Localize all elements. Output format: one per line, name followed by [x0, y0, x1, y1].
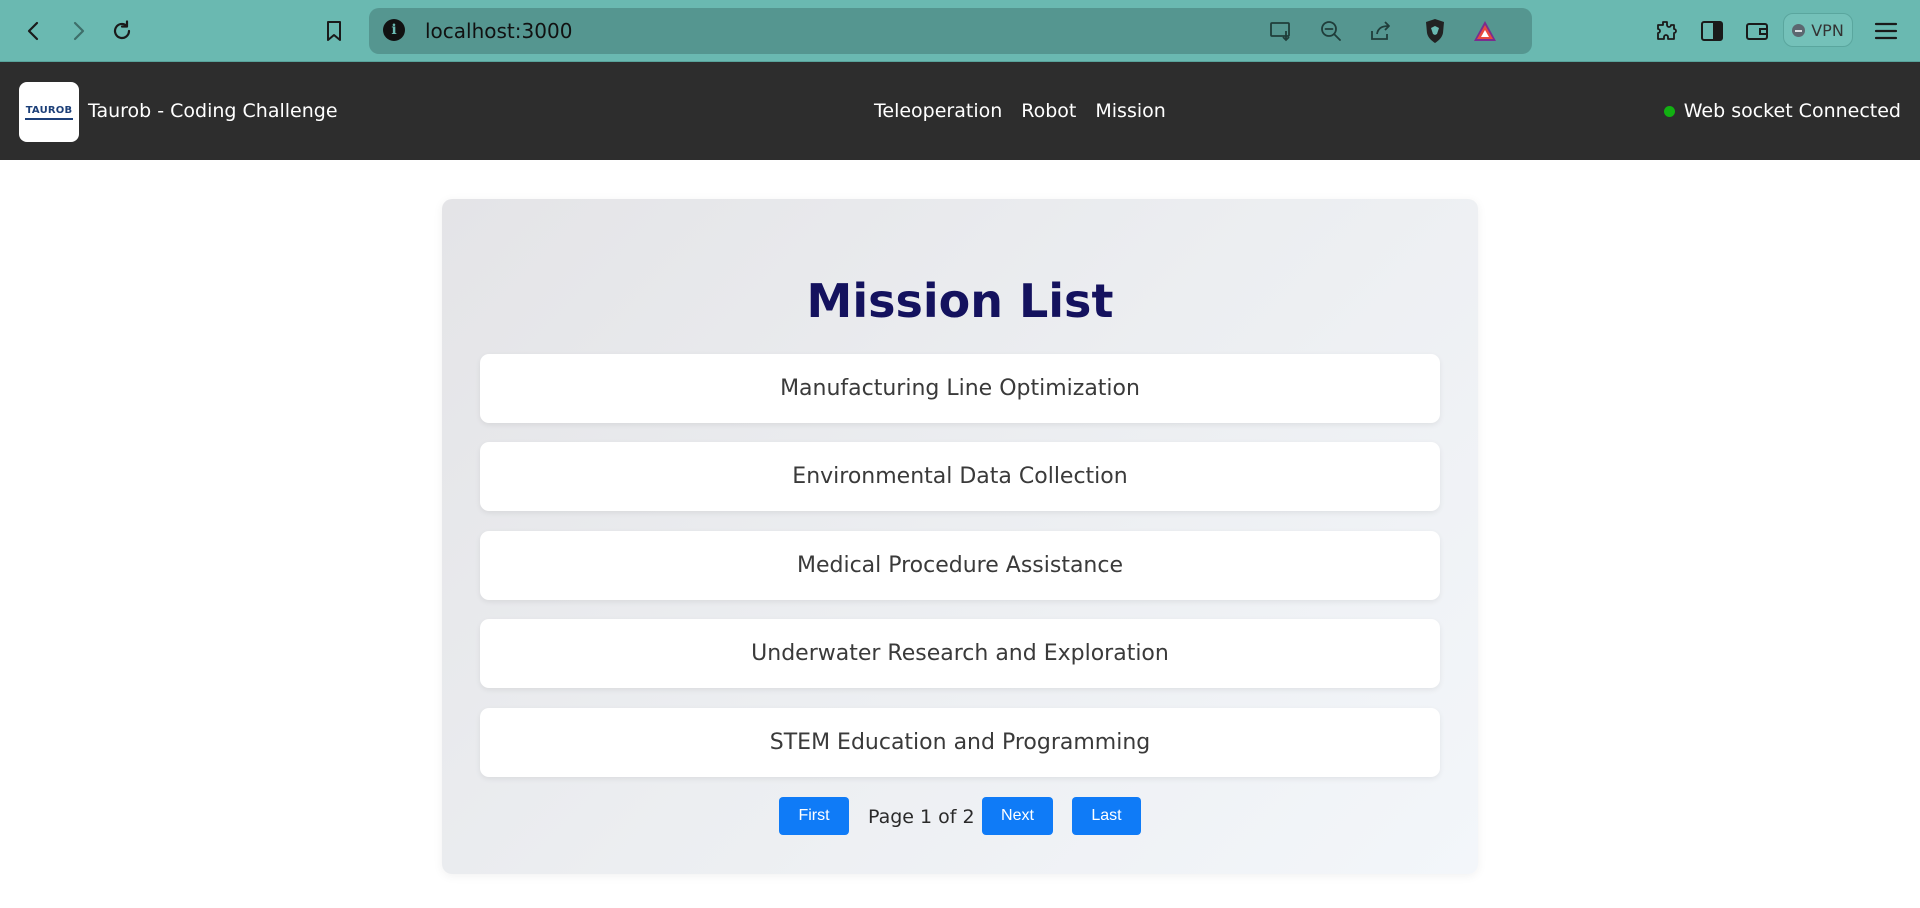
extensions-icon[interactable] [1648, 13, 1684, 49]
back-icon[interactable] [16, 13, 52, 49]
bookmark-icon[interactable] [316, 13, 352, 49]
reload-icon[interactable] [104, 13, 140, 49]
list-item[interactable]: Manufacturing Line Optimization [480, 354, 1440, 423]
first-page-button[interactable]: First [779, 797, 849, 835]
site-info-icon[interactable]: i [383, 19, 405, 41]
taurob-logo[interactable]: TAUROB [19, 82, 79, 142]
mission-name: Medical Procedure Assistance [796, 553, 1124, 578]
mission-name: Manufacturing Line Optimization [780, 376, 1140, 401]
mission-name: STEM Education and Programming [769, 730, 1151, 755]
list-item[interactable]: STEM Education and Programming [480, 708, 1440, 777]
brave-rewards-icon[interactable] [1467, 13, 1503, 49]
next-page-button[interactable]: Next [982, 797, 1053, 835]
brand-title[interactable]: Taurob - Coding Challenge [88, 100, 338, 122]
share-icon[interactable] [1363, 13, 1399, 49]
url-text: localhost:3000 [425, 19, 573, 43]
install-app-icon[interactable] [1263, 13, 1299, 49]
brave-shields-icon[interactable] [1417, 13, 1453, 49]
nav-link-mission[interactable]: Mission [1095, 100, 1165, 122]
nav-link-robot[interactable]: Robot [1021, 100, 1076, 122]
zoom-out-icon[interactable] [1313, 13, 1349, 49]
list-item[interactable]: Medical Procedure Assistance [480, 531, 1440, 600]
page-title: Mission List [806, 274, 1114, 328]
logo-text: TAUROB [25, 104, 73, 116]
websocket-status: Web socket Connected [1663, 100, 1901, 122]
mission-name: Environmental Data Collection [792, 464, 1128, 489]
app-navbar: TAUROB Taurob - Coding Challenge Teleope… [0, 62, 1920, 160]
page-indicator: Page 1 of 2 [868, 806, 975, 828]
logo-underline [25, 117, 73, 120]
vpn-button[interactable]: VPN [1783, 13, 1853, 47]
forward-icon[interactable] [60, 13, 96, 49]
mission-name: Underwater Research and Exploration [751, 641, 1169, 666]
vpn-label: VPN [1811, 20, 1844, 40]
nav-link-teleoperation[interactable]: Teleoperation [874, 100, 1002, 122]
connection-status-icon [1663, 105, 1675, 117]
sidebar-icon[interactable] [1694, 13, 1730, 49]
websocket-status-label: Web socket Connected [1683, 100, 1901, 122]
main-nav: Teleoperation Robot Mission [874, 100, 1166, 122]
vpn-status-icon [1792, 23, 1806, 37]
browser-toolbar: i localhost:3000 VPN [0, 0, 1920, 62]
last-page-button[interactable]: Last [1072, 797, 1141, 835]
address-bar[interactable]: i localhost:3000 [369, 8, 1532, 54]
menu-icon[interactable] [1868, 13, 1904, 49]
list-item[interactable]: Environmental Data Collection [480, 442, 1440, 511]
list-item[interactable]: Underwater Research and Exploration [480, 619, 1440, 688]
wallet-icon[interactable] [1739, 13, 1775, 49]
